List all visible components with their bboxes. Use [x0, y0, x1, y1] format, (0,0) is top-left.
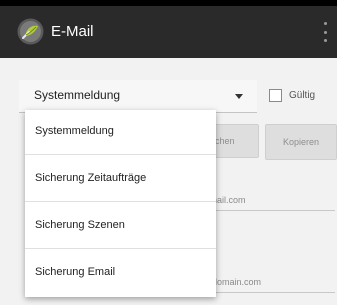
search-button-label: chen	[215, 136, 235, 146]
address-field-1-value: nail.com	[212, 195, 246, 205]
dropdown-item-label: Systemmeldung	[35, 125, 114, 137]
dropdown-item-label: Sicherung Email	[35, 266, 116, 278]
type-dropdown-menu: Systemmeldung Sicherung Zeitaufträge Sic…	[25, 110, 216, 297]
address-field-1[interactable]: nail.com	[195, 190, 335, 211]
address-field-2-value: domain.com	[212, 277, 262, 287]
app-bar: E-Mail	[0, 6, 337, 58]
type-spinner[interactable]: Systemmeldung	[19, 80, 257, 113]
dropdown-item-sicherung-email[interactable]: Sicherung Email	[25, 251, 216, 296]
copy-button[interactable]: Kopieren	[265, 124, 337, 160]
dropdown-item-sicherung-zeitauftraege[interactable]: Sicherung Zeitaufträge	[25, 157, 216, 202]
overflow-menu-icon[interactable]	[322, 22, 328, 42]
valid-checkbox[interactable]	[269, 88, 282, 102]
address-field-2[interactable]: domain.com	[195, 272, 335, 293]
valid-checkbox-label: Gültig	[289, 89, 316, 101]
copy-button-label: Kopieren	[282, 137, 320, 147]
valid-checkbox-row[interactable]: Gültig	[269, 87, 315, 103]
app-title: E-Mail	[51, 23, 94, 40]
dropdown-item-label: Sicherung Zeitaufträge	[35, 172, 147, 184]
dropdown-item-label: Sicherung Szenen	[35, 219, 125, 231]
app-logo-icon[interactable]	[17, 18, 44, 45]
dropdown-item-sicherung-szenen[interactable]: Sicherung Szenen	[25, 204, 216, 249]
chevron-down-icon	[235, 94, 243, 99]
type-spinner-value: Systemmeldung	[34, 88, 121, 102]
dropdown-item-systemmeldung[interactable]: Systemmeldung	[25, 110, 216, 155]
